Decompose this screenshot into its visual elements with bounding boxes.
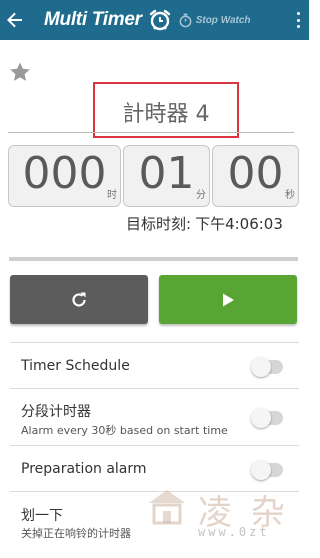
refresh-icon (72, 292, 86, 307)
hours-display[interactable]: 000 时 (8, 145, 121, 207)
timer-name-underline (8, 132, 294, 133)
timer-progress-bar (9, 257, 298, 261)
minutes-unit: 分 (196, 190, 206, 201)
interval-toggle[interactable] (251, 408, 283, 428)
seconds-unit: 秒 (285, 190, 295, 201)
overflow-menu-icon[interactable] (293, 10, 303, 30)
setting-title: Preparation alarm (21, 461, 147, 477)
seconds-display[interactable]: 00 秒 (212, 145, 299, 207)
preparation-toggle[interactable] (251, 460, 283, 480)
watermark-url: www.0zt (198, 525, 270, 539)
setting-row-schedule[interactable]: Timer Schedule (10, 342, 299, 388)
setting-subtitle: Alarm every 30秒 based on start time (21, 424, 228, 437)
setting-title: 划一下 (21, 508, 63, 524)
play-icon (223, 293, 234, 306)
timer-name-highlight[interactable]: 計時器 4 (93, 82, 239, 138)
start-button[interactable] (159, 275, 297, 324)
timer-name: 計時器 4 (122, 102, 210, 127)
star-icon[interactable] (8, 60, 32, 84)
watermark-logo-icon (149, 490, 185, 525)
hours-unit: 时 (107, 190, 117, 201)
target-time-value: 下午4:06:03 (195, 215, 283, 233)
back-arrow-icon[interactable] (0, 0, 30, 40)
schedule-toggle[interactable] (251, 357, 283, 377)
hours-value: 000 (22, 148, 107, 199)
watermark: 凌 杂 www.0zt (140, 485, 309, 558)
app-bar: Multi Timer Stop Watch (0, 0, 309, 40)
stopwatch-tab-label[interactable]: Stop Watch (196, 15, 251, 26)
setting-row-interval[interactable]: 分段计时器 Alarm every 30秒 based on start tim… (10, 388, 299, 445)
target-time-label: 目标时刻: (126, 215, 192, 233)
app-title: Multi Timer (44, 9, 142, 30)
setting-title: 分段计时器 (21, 404, 91, 420)
setting-title: Timer Schedule (21, 358, 130, 374)
reset-button[interactable] (10, 275, 148, 324)
alarm-clock-icon[interactable] (148, 8, 172, 32)
setting-subtitle: 关掉正在响铃的计时器 (21, 527, 131, 540)
minutes-display[interactable]: 01 分 (123, 145, 210, 207)
stopwatch-icon[interactable] (178, 13, 193, 28)
target-time: 目标时刻: 下午4:06:03 (126, 213, 283, 234)
